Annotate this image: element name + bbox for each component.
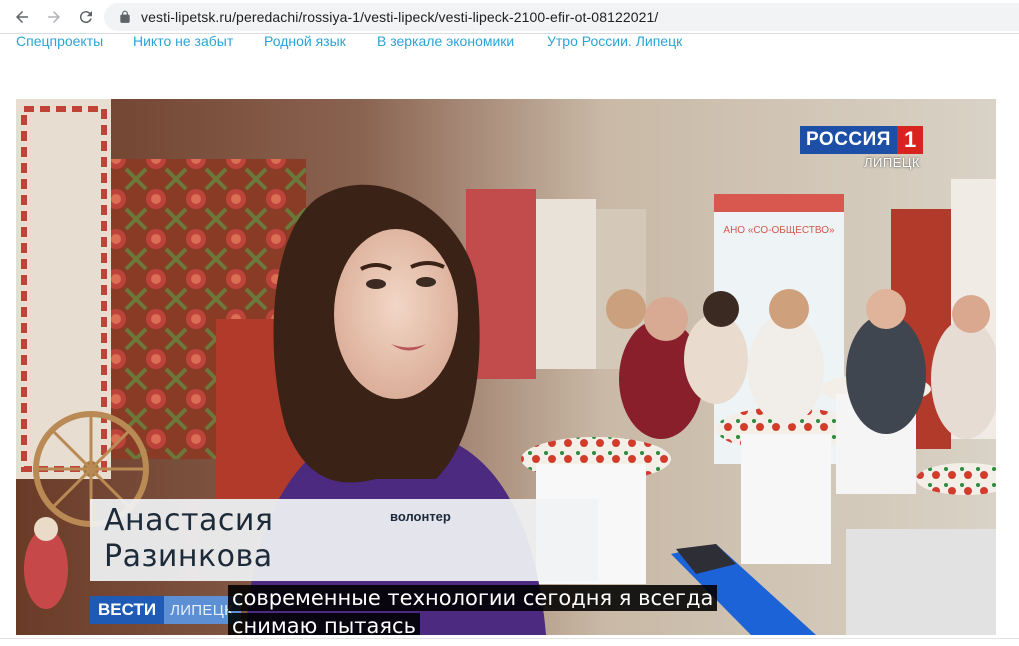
browser-toolbar: vesti-lipetsk.ru/peredachi/rossiya-1/ves… (0, 0, 1019, 34)
nav-link-specprojects[interactable]: Спецпроекты (16, 34, 103, 48)
url-text: vesti-lipetsk.ru/peredachi/rossiya-1/ves… (141, 9, 659, 25)
reload-button[interactable] (72, 3, 100, 31)
nav-link-v-zerkale-ekonomiki[interactable]: В зеркале экономики (377, 34, 514, 48)
speaker-name-plate: Анастасия Разинкова волонтер (90, 499, 598, 581)
program-bar: ВЕСТИ ЛИПЕЦК (90, 596, 242, 624)
site-nav: Спецпроекты Никто не забыт Родной язык В… (0, 34, 1019, 54)
nav-link-rodnoy-yazyk[interactable]: Родной язык (264, 34, 346, 48)
channel-logo: РОССИЯ 1 ЛИПЕЦК (800, 126, 924, 174)
subtitle-line-2: снимаю пытаясь (228, 613, 420, 635)
speaker-first-name: Анастасия (104, 503, 274, 538)
video-player[interactable]: АНО «СО-ОБЩЕСТВО» РОССИЯ 1 ЛИПЕЦК Анаста… (16, 99, 996, 635)
channel-logo-city: ЛИПЕЦК (864, 155, 921, 170)
channel-logo-name: РОССИЯ (800, 126, 897, 154)
speaker-last-name: Разинкова (104, 539, 273, 574)
back-button[interactable] (8, 3, 36, 31)
forward-arrow-icon (48, 10, 60, 23)
page-bottom-divider (0, 638, 1019, 646)
lock-icon (120, 10, 130, 23)
reload-icon (79, 10, 92, 23)
forward-button[interactable] (40, 3, 68, 31)
speaker-role: волонтер (390, 509, 451, 524)
nav-link-nikto-ne-zabyt[interactable]: Никто не забыт (133, 34, 233, 48)
channel-logo-number: 1 (896, 126, 924, 154)
address-bar[interactable]: vesti-lipetsk.ru/peredachi/rossiya-1/ves… (104, 3, 1019, 31)
program-name: ВЕСТИ (90, 596, 165, 624)
nav-link-utro-rossii[interactable]: Утро России. Липецк (547, 34, 682, 48)
back-arrow-icon (16, 10, 28, 23)
subtitle-line-1: современные технологии сегодня я всегда (228, 585, 718, 611)
scene-banner-text: АНО «СО-ОБЩЕСТВО» (723, 225, 835, 236)
